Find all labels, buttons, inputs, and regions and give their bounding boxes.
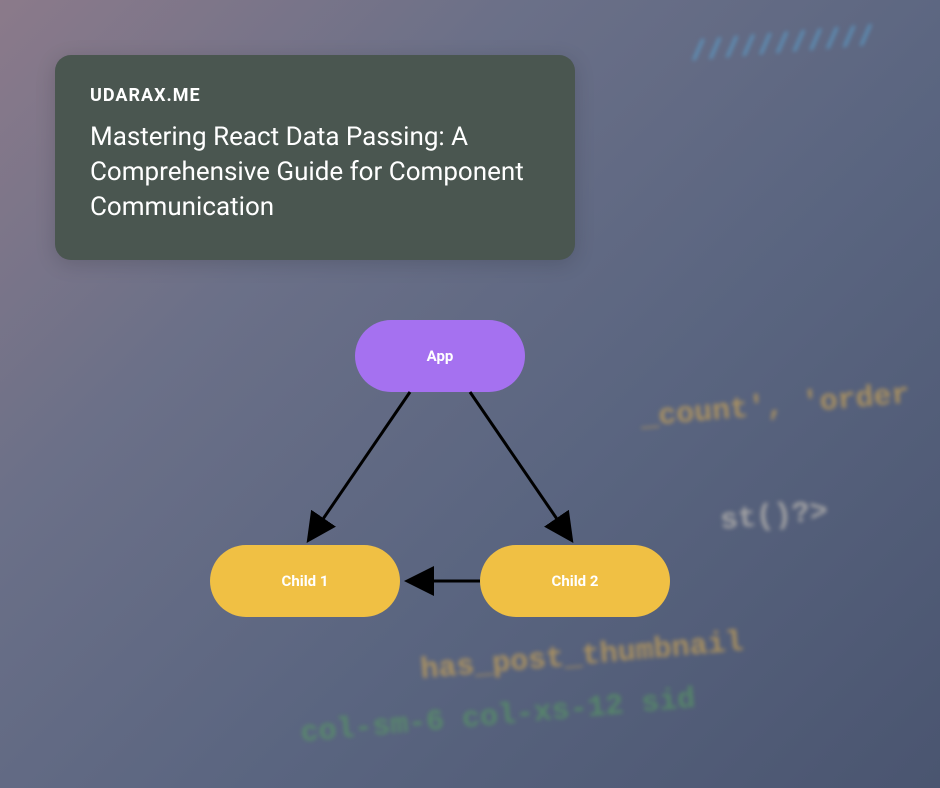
bg-code-line: /////////// [689, 22, 876, 69]
diagram-node-app: App [355, 320, 525, 392]
diagram-node-child1: Child 1 [210, 545, 400, 617]
header-card: UDARAX.ME Mastering React Data Passing: … [55, 55, 575, 260]
arrow-app-to-child1 [310, 392, 410, 538]
arrow-app-to-child2 [470, 392, 570, 538]
bg-code-line: st()?> [719, 495, 830, 538]
diagram-node-child2: Child 2 [480, 545, 670, 617]
article-title: Mastering React Data Passing: A Comprehe… [90, 120, 540, 225]
component-diagram: App Child 1 Child 2 [210, 320, 690, 640]
bg-code-line: col-sm-6 col-xs-12 sid [299, 683, 697, 751]
site-name: UDARAX.ME [90, 85, 540, 106]
